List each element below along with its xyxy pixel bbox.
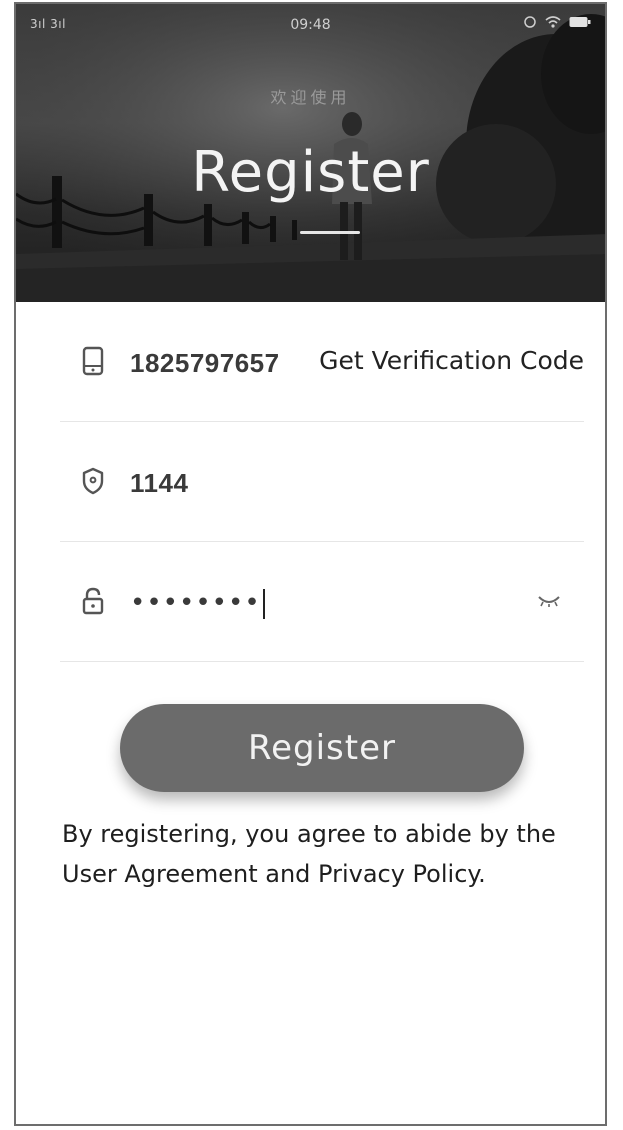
phone-row: 1825797657 Get Verification Code bbox=[60, 302, 584, 422]
password-input[interactable]: •••••••• bbox=[130, 588, 265, 619]
verification-code-input[interactable]: 1144 bbox=[130, 468, 188, 499]
password-masked-value: •••••••• bbox=[130, 588, 261, 618]
alarm-icon bbox=[524, 16, 536, 28]
shield-icon bbox=[82, 467, 104, 495]
phone-input[interactable]: 1825797657 bbox=[130, 348, 280, 379]
wifi-icon bbox=[545, 16, 561, 28]
divider bbox=[60, 661, 584, 662]
header-banner: 3ıl 3ıl 09:48 欢迎使用 Register bbox=[16, 4, 605, 302]
lock-icon bbox=[82, 587, 104, 615]
verification-code-row: 1144 bbox=[60, 422, 584, 542]
phone-frame: 3ıl 3ıl 09:48 欢迎使用 Register 1825797657 G… bbox=[14, 2, 607, 1126]
status-time: 09:48 bbox=[290, 17, 331, 33]
get-verification-code-button[interactable]: Get Verification Code bbox=[319, 346, 584, 375]
battery-icon bbox=[569, 17, 591, 27]
eye-closed-icon[interactable] bbox=[538, 594, 560, 608]
page-title: Register bbox=[191, 140, 430, 205]
text-caret bbox=[262, 588, 265, 619]
title-underline bbox=[300, 231, 360, 234]
status-right-icons bbox=[523, 15, 591, 29]
welcome-text: 欢迎使用 bbox=[270, 88, 351, 107]
password-row: •••••••• bbox=[60, 542, 584, 662]
phone-icon bbox=[82, 346, 104, 376]
status-bar: 3ıl 3ıl 09:48 bbox=[16, 4, 605, 48]
register-button[interactable]: Register bbox=[120, 704, 524, 792]
agreement-text: By registering, you agree to abide by th… bbox=[62, 820, 556, 888]
